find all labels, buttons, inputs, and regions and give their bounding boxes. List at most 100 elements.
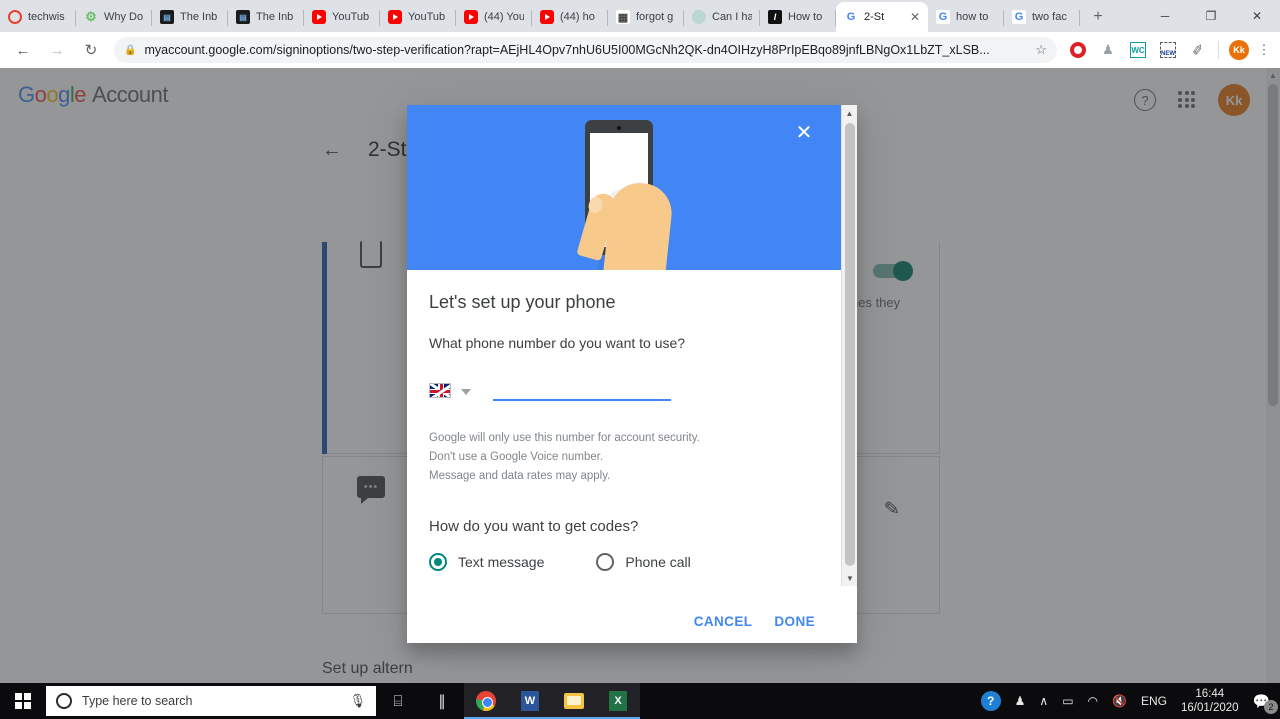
tray-notification-badge: 2 bbox=[1264, 699, 1278, 714]
country-chevron-down-icon[interactable] bbox=[461, 389, 471, 395]
cancel-button[interactable]: CANCEL bbox=[694, 614, 753, 629]
dialog-scroll-up-icon[interactable]: ▲ bbox=[842, 105, 857, 121]
address-bar-url: myaccount.google.com/signinoptions/two-s… bbox=[144, 43, 990, 57]
maximize-icon: ❐ bbox=[1205, 9, 1217, 23]
tab-close-icon[interactable]: ✕ bbox=[910, 11, 920, 23]
note-rates: Message and data rates may apply. bbox=[429, 470, 611, 482]
browser-tab[interactable]: (44) ho bbox=[532, 2, 608, 32]
browser-tab[interactable]: Ghow to bbox=[928, 2, 1004, 32]
new-tab-button[interactable]: + bbox=[1084, 3, 1112, 31]
browser-toolbar: ← → ↻ 🔒 myaccount.google.com/signinoptio… bbox=[0, 32, 1280, 68]
browser-tab[interactable]: Can I ha bbox=[684, 2, 760, 32]
start-button[interactable] bbox=[0, 683, 46, 719]
forward-button[interactable]: → bbox=[43, 36, 71, 64]
profile-avatar-button[interactable]: Kk bbox=[1229, 40, 1249, 60]
tray-clock[interactable]: 16:44 16/01/2020 bbox=[1181, 687, 1239, 715]
dialog-notes: Google will only use this number for acc… bbox=[429, 429, 819, 486]
radio-text-message-label: Text message bbox=[458, 554, 545, 570]
microphone-icon[interactable]: 🎙 bbox=[349, 693, 366, 709]
browser-tab[interactable]: (44) You bbox=[456, 2, 532, 32]
wc-extension-label: WC bbox=[1130, 42, 1146, 58]
tab-title: How to bbox=[788, 11, 823, 23]
tray-time: 16:44 bbox=[1195, 688, 1225, 700]
browser-tab[interactable]: ▦ forgot g bbox=[608, 2, 684, 32]
minimize-button[interactable]: ─ bbox=[1142, 0, 1188, 32]
task-view-icon: ⌸ bbox=[393, 692, 403, 710]
browser-tab[interactable]: YouTub bbox=[304, 2, 380, 32]
radio-text-message[interactable]: Text message bbox=[429, 553, 544, 571]
note-security: Google will only use this number for acc… bbox=[429, 432, 700, 444]
tab-title: YouTub bbox=[332, 11, 370, 23]
teal-circle-icon bbox=[692, 10, 706, 24]
dialog-scroll-thumb[interactable] bbox=[845, 123, 855, 566]
browser-tab[interactable]: YouTub bbox=[380, 2, 456, 32]
word-taskbar-icon[interactable]: W bbox=[508, 683, 552, 719]
browser-tab[interactable]: I How to bbox=[760, 2, 836, 32]
browser-tab[interactable]: Gtwo fac bbox=[1004, 2, 1080, 32]
excel-taskbar-icon[interactable]: X bbox=[596, 683, 640, 719]
tab-title: how to bbox=[956, 11, 989, 23]
wc-extension-icon[interactable]: WC bbox=[1126, 38, 1150, 62]
radio-phone-call-dot bbox=[596, 553, 615, 571]
dark-app-icon: ▤ bbox=[160, 10, 174, 24]
browser-tab[interactable]: ▤ The Inb bbox=[228, 2, 304, 32]
hand-holding-phone-illustration: ✕ bbox=[407, 105, 841, 270]
browser-tab[interactable]: ⚙ Why Do bbox=[76, 2, 152, 32]
note-voice: Don't use a Google Voice number. bbox=[429, 451, 604, 463]
tray-language[interactable]: ENG bbox=[1141, 694, 1167, 708]
window-controls: ─ ❐ ✕ bbox=[1142, 0, 1280, 32]
maximize-button[interactable]: ❐ bbox=[1188, 0, 1234, 32]
back-arrow-icon: ← bbox=[15, 41, 31, 59]
windows-taskbar: Type here to search 🎙 ⌸ ∥ W X ? ♟ ∧ ▭ ◠ … bbox=[0, 683, 1280, 719]
tray-help-icon[interactable]: ? bbox=[980, 691, 1001, 711]
youtube-icon bbox=[464, 10, 478, 24]
phone-number-input[interactable] bbox=[493, 375, 671, 401]
browser-menu-button[interactable]: ⋮ bbox=[1254, 42, 1274, 58]
tray-chevron-up-icon[interactable]: ∧ bbox=[1039, 694, 1048, 708]
tray-battery-icon[interactable]: ▭ bbox=[1062, 694, 1073, 708]
tray-people-icon[interactable]: ♟ bbox=[1015, 694, 1026, 708]
browser-tab[interactable]: G 2-St ✕ bbox=[836, 2, 928, 32]
dialog-heading: Let's set up your phone bbox=[429, 292, 616, 312]
person-extension-icon[interactable]: ♟ bbox=[1096, 38, 1120, 62]
phone-number-row bbox=[429, 375, 819, 401]
dialog-scrollbar[interactable]: ▲ ▼ bbox=[841, 105, 857, 586]
tray-volume-muted-icon[interactable]: 🔇 bbox=[1112, 694, 1127, 708]
taskbar-search[interactable]: Type here to search 🎙 bbox=[46, 686, 376, 716]
done-button[interactable]: DONE bbox=[774, 614, 815, 629]
tab-title: (44) You bbox=[484, 11, 524, 23]
lock-icon: 🔒 bbox=[124, 44, 137, 56]
browser-tab[interactable]: techwis bbox=[0, 2, 76, 32]
back-button[interactable]: ← bbox=[9, 36, 37, 64]
tab-title: forgot g bbox=[636, 11, 674, 23]
radio-phone-call-label: Phone call bbox=[625, 554, 691, 570]
illustration-phone-camera bbox=[617, 126, 621, 130]
opera-extension-icon[interactable] bbox=[1066, 38, 1090, 62]
ring-icon bbox=[8, 10, 22, 24]
tab-title: 2-St bbox=[864, 11, 885, 23]
tray-notifications-icon[interactable]: 💬 2 bbox=[1253, 693, 1278, 714]
address-bar[interactable]: 🔒 myaccount.google.com/signinoptions/two… bbox=[114, 37, 1057, 63]
task-view-button[interactable]: ⌸ bbox=[376, 683, 420, 719]
new-extension-label: NEW bbox=[1160, 42, 1176, 58]
bookmark-star-icon[interactable]: ☆ bbox=[1027, 42, 1047, 58]
close-dialog-button[interactable]: ✕ bbox=[793, 121, 815, 144]
eyedropper-extension-icon[interactable]: ✐ bbox=[1186, 38, 1210, 62]
explorer-taskbar-icon[interactable] bbox=[552, 683, 596, 719]
browser-window: techwis ⚙ Why Do ▤ The Inb ▤ The Inb YouTub YouT… bbox=[0, 0, 1280, 719]
code-method-radio-group: Text message Phone call bbox=[429, 553, 819, 571]
taskbar-divider: ∥ bbox=[438, 693, 446, 710]
tray-wifi-icon[interactable]: ◠ bbox=[1088, 694, 1098, 708]
gear-icon: ⚙ bbox=[85, 10, 97, 24]
radio-phone-call[interactable]: Phone call bbox=[596, 553, 691, 571]
taskbar-search-placeholder: Type here to search bbox=[82, 694, 193, 708]
dialog-scroll-down-icon[interactable]: ▼ bbox=[842, 570, 857, 586]
close-window-button[interactable]: ✕ bbox=[1234, 0, 1280, 32]
reload-button[interactable]: ↻ bbox=[77, 36, 105, 64]
tab-strip: techwis ⚙ Why Do ▤ The Inb ▤ The Inb YouTub YouT… bbox=[0, 0, 1280, 32]
chrome-taskbar-icon[interactable] bbox=[464, 683, 508, 719]
grid-icon: ▦ bbox=[616, 10, 630, 24]
uk-flag-icon[interactable] bbox=[429, 383, 451, 398]
browser-tab[interactable]: ▤ The Inb bbox=[152, 2, 228, 32]
new-extension-icon[interactable]: NEW bbox=[1156, 38, 1180, 62]
